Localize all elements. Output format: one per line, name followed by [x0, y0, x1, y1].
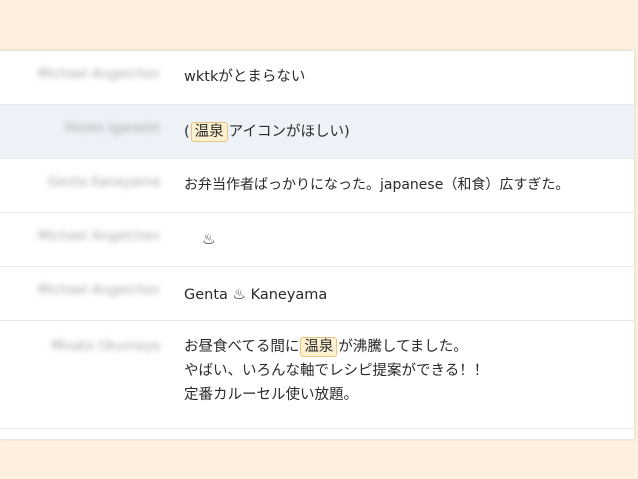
message-line-3: 定番カルーセル使い放題。: [184, 387, 358, 403]
message-list: Michael Angelchev wktkがとまらない Hiroto Igar…: [0, 50, 634, 440]
message-after: Kaneyama: [250, 287, 328, 303]
message-text: ♨: [202, 227, 634, 252]
message-rest: アイコンがほしい): [228, 124, 350, 140]
message-text: (温泉 アイコンがほしい): [184, 120, 634, 144]
list-item[interactable]: Michael Angelchev ♨: [0, 213, 634, 267]
message-before: Genta: [184, 287, 228, 303]
message-line-2: やばい、いろんな軸でレシピ提案ができる！！: [184, 363, 489, 379]
list-item[interactable]: Hiroto Igarashi (温泉 アイコンがほしい): [0, 105, 634, 159]
user-name: Misato Okumaya: [51, 339, 160, 354]
user-name: Michael Angelchev: [38, 229, 160, 244]
message-open-paren: (: [184, 124, 190, 140]
hot-spring-icon: ♨: [232, 285, 246, 303]
list-item[interactable]: Michael Angelchev Genta ♨ Kaneyama: [0, 267, 634, 321]
highlight-tag[interactable]: 温泉: [300, 337, 338, 357]
user-name: Michael Angelchev: [38, 283, 160, 298]
message-text: Genta ♨ Kaneyama: [184, 282, 634, 307]
message-text: お昼食べてる間に 温泉 が沸騰してました。 やばい、いろんな軸でレシピ提案ができる！…: [184, 335, 634, 407]
message-line-1: お昼食べてる間に 温泉 が沸騰してました。: [184, 337, 468, 357]
list-item[interactable]: Misato Okumaya お昼食べてる間に 温泉 が沸騰してました。 やばい、い…: [0, 321, 634, 429]
list-item[interactable]: Michael Angelchev wktkがとまらない: [0, 51, 634, 105]
message-text: wktkがとまらない: [184, 69, 306, 85]
user-name: Hiroto Igarashi: [64, 121, 160, 136]
highlight-tag[interactable]: 温泉: [190, 122, 228, 142]
message-text: お弁当作者ばっかりになった。japanese（和食）広すぎた。: [184, 177, 570, 193]
user-name: Michael Angelchev: [38, 67, 160, 82]
user-name: Genta Kaneyama: [47, 175, 160, 190]
list-item[interactable]: Genta Kaneyama お弁当作者ばっかりになった。japanese（和食…: [0, 159, 634, 213]
hot-spring-icon: ♨: [202, 230, 216, 248]
